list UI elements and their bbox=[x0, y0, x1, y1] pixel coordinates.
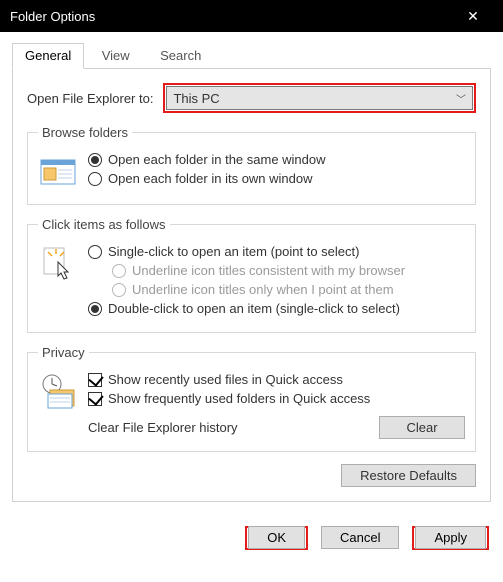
browse-own-window-option[interactable]: Open each folder in its own window bbox=[88, 171, 465, 186]
radio-icon bbox=[88, 302, 102, 316]
radio-icon bbox=[112, 283, 126, 297]
open-explorer-value: This PC bbox=[173, 91, 219, 106]
underline-point-option: Underline icon titles only when I point … bbox=[112, 282, 465, 297]
radio-icon bbox=[112, 264, 126, 278]
open-explorer-highlight: This PC ﹀ bbox=[163, 83, 476, 113]
radio-icon bbox=[88, 245, 102, 259]
double-click-label: Double-click to open an item (single-cli… bbox=[108, 301, 400, 316]
frequent-folders-label: Show frequently used folders in Quick ac… bbox=[108, 391, 370, 406]
history-folder-icon bbox=[38, 372, 78, 412]
clear-history-label: Clear File Explorer history bbox=[88, 420, 379, 435]
dialog-footer: OK Cancel Apply bbox=[0, 514, 503, 562]
underline-point-label: Underline icon titles only when I point … bbox=[132, 282, 394, 297]
double-click-option[interactable]: Double-click to open an item (single-cli… bbox=[88, 301, 465, 316]
tab-view[interactable]: View bbox=[89, 43, 143, 69]
titlebar: Folder Options ✕ bbox=[0, 0, 503, 32]
recent-files-option[interactable]: Show recently used files in Quick access bbox=[88, 372, 465, 387]
click-cursor-icon bbox=[38, 244, 78, 284]
radio-icon bbox=[88, 172, 102, 186]
browse-same-window-label: Open each folder in the same window bbox=[108, 152, 326, 167]
privacy-group: Privacy Show recently used files in Quic… bbox=[27, 345, 476, 452]
cancel-button[interactable]: Cancel bbox=[321, 526, 399, 549]
checkbox-icon bbox=[88, 392, 102, 406]
click-items-legend: Click items as follows bbox=[38, 217, 170, 232]
browse-folders-group: Browse folders Open each folder in the s… bbox=[27, 125, 476, 205]
tab-strip: General View Search bbox=[12, 42, 491, 68]
privacy-legend: Privacy bbox=[38, 345, 89, 360]
single-click-label: Single-click to open an item (point to s… bbox=[108, 244, 359, 259]
underline-consistent-option: Underline icon titles consistent with my… bbox=[112, 263, 465, 278]
dialog-content: General View Search Open File Explorer t… bbox=[0, 32, 503, 514]
ok-highlight: OK bbox=[245, 526, 308, 550]
restore-defaults-button[interactable]: Restore Defaults bbox=[341, 464, 476, 487]
browse-folders-legend: Browse folders bbox=[38, 125, 132, 140]
clear-button[interactable]: Clear bbox=[379, 416, 465, 439]
close-icon[interactable]: ✕ bbox=[453, 8, 493, 25]
apply-button[interactable]: Apply bbox=[415, 526, 486, 549]
open-explorer-select[interactable]: This PC ﹀ bbox=[166, 86, 473, 110]
checkbox-icon bbox=[88, 373, 102, 387]
folder-window-icon bbox=[38, 152, 78, 192]
chevron-down-icon: ﹀ bbox=[456, 91, 466, 106]
cancel-wrap: Cancel bbox=[318, 526, 402, 550]
radio-icon bbox=[88, 153, 102, 167]
browse-own-window-label: Open each folder in its own window bbox=[108, 171, 313, 186]
frequent-folders-option[interactable]: Show frequently used folders in Quick ac… bbox=[88, 391, 465, 406]
window-title: Folder Options bbox=[10, 9, 453, 24]
click-items-group: Click items as follows Single-click to o… bbox=[27, 217, 476, 333]
single-click-option[interactable]: Single-click to open an item (point to s… bbox=[88, 244, 465, 259]
recent-files-label: Show recently used files in Quick access bbox=[108, 372, 343, 387]
ok-button[interactable]: OK bbox=[248, 526, 305, 549]
tab-general[interactable]: General bbox=[12, 43, 84, 69]
open-explorer-row: Open File Explorer to: This PC ﹀ bbox=[27, 83, 476, 113]
underline-consistent-label: Underline icon titles consistent with my… bbox=[132, 263, 405, 278]
apply-highlight: Apply bbox=[412, 526, 489, 550]
open-explorer-label: Open File Explorer to: bbox=[27, 91, 153, 106]
browse-same-window-option[interactable]: Open each folder in the same window bbox=[88, 152, 465, 167]
tab-search[interactable]: Search bbox=[147, 43, 214, 69]
tab-panel-general: Open File Explorer to: This PC ﹀ Browse … bbox=[12, 68, 491, 502]
